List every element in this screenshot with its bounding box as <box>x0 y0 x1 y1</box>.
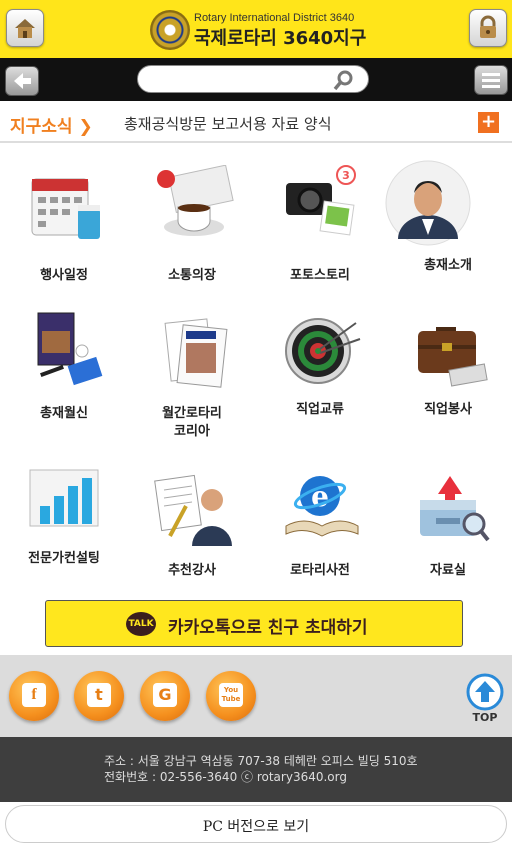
camera-icon: 3 <box>286 165 356 236</box>
dartboard-icon <box>285 318 361 384</box>
archive-icon <box>420 476 490 542</box>
org-title: 국제로타리 3640지구 <box>194 28 367 49</box>
nav-bar <box>0 58 512 101</box>
menu-label-expert-consulting: 전문가컨설팅 <box>28 551 100 566</box>
google-button[interactable]: G <box>140 671 190 721</box>
google-icon: G <box>153 683 177 707</box>
menu-label-recommended-lecturer: 추천강사 <box>168 563 216 578</box>
news-more-button[interactable]: + <box>478 112 499 133</box>
search-input[interactable] <box>148 70 332 90</box>
hamburger-icon <box>482 73 500 88</box>
menu-label-vocational-service: 직업봉사 <box>424 402 472 417</box>
footer-contact: 전화번호 : 02-556-3640 ⓒ rotary3640.org <box>104 770 347 784</box>
menu-button[interactable] <box>474 65 508 95</box>
menu-item-vocational-service[interactable]: 직업봉사 <box>384 303 512 453</box>
kakao-invite-button[interactable]: TALK 카카오톡으로 친구 초대하기 <box>45 600 463 647</box>
menu-item-archive[interactable]: 자료실 <box>384 458 512 598</box>
twitter-icon: t <box>87 683 111 707</box>
search-icon[interactable] <box>332 69 356 91</box>
footer-address: 주소 : 서울 강남구 역삼동 707-38 테헤란 오피스 빌딩 510호 <box>104 754 418 768</box>
photo-badge-count: 3 <box>342 169 350 182</box>
back-button[interactable] <box>5 66 39 96</box>
menu-label-archive: 자료실 <box>430 563 466 578</box>
dictionary-icon: e <box>285 476 359 537</box>
menu-grid: 행사일정 소통의장 3 포토스토리 총재소개 총재월신 월간로타리 코리아 직업… <box>0 143 512 598</box>
social-bar: f t G You Tube TOP <box>0 655 512 737</box>
menu-label-forum: 소통의장 <box>168 268 216 283</box>
menu-item-schedule[interactable]: 행사일정 <box>0 143 128 293</box>
rotary-korea-magazine-icon <box>164 318 228 388</box>
login-button[interactable] <box>469 9 507 47</box>
home-button[interactable] <box>6 9 44 47</box>
bar-chart-icon <box>29 469 99 527</box>
kakao-invite-label: 카카오톡으로 친구 초대하기 <box>168 618 368 638</box>
top-header: Rotary International District 3640 국제로타리… <box>0 0 512 58</box>
menu-label-governor-letter: 총재월신 <box>40 406 88 421</box>
menu-label-vocational-exchange: 직업교류 <box>296 402 344 417</box>
news-headline[interactable]: 총재공식방문 보고서용 자료 양식 <box>124 113 332 134</box>
facebook-icon: f <box>22 683 46 707</box>
calendar-icon <box>31 178 100 239</box>
scroll-top-label: TOP <box>472 711 498 724</box>
pc-version-label: PC 버전으로 보기 <box>202 819 310 835</box>
menu-item-recommended-lecturer[interactable]: 추천강사 <box>128 458 256 598</box>
footer: 주소 : 서울 강남구 역삼동 707-38 테헤란 오피스 빌딩 510호 전… <box>0 737 512 802</box>
governor-portrait <box>385 160 471 246</box>
news-ticker: 지구소식 ❯ 총재공식방문 보고서용 자료 양식 + <box>0 101 512 143</box>
coffee-letter-icon <box>157 165 234 236</box>
lock-icon <box>480 15 496 38</box>
menu-label-schedule: 행사일정 <box>40 268 88 283</box>
menu-item-expert-consulting[interactable]: 전문가컨설팅 <box>0 458 128 598</box>
back-arrow-icon <box>14 73 31 89</box>
menu-label-rotary-korea: 월간로타리 코리아 <box>162 406 222 439</box>
menu-item-rotary-dictionary[interactable]: e 로타리사전 <box>256 458 384 598</box>
twitter-button[interactable]: t <box>74 671 124 721</box>
magazine-icon <box>37 312 103 386</box>
org-subtitle: Rotary International District 3640 <box>194 12 355 24</box>
menu-item-rotary-korea[interactable]: 월간로타리 코리아 <box>128 303 256 453</box>
menu-item-photo-story[interactable]: 3 포토스토리 <box>256 143 384 293</box>
menu-item-governor-letter[interactable]: 총재월신 <box>0 303 128 453</box>
news-section-label[interactable]: 지구소식 ❯ <box>10 112 93 137</box>
youtube-button[interactable]: You Tube <box>206 671 256 721</box>
scroll-top-button[interactable]: TOP <box>464 673 506 727</box>
youtube-icon: You Tube <box>219 683 243 707</box>
menu-item-governor[interactable]: 총재소개 <box>384 143 512 293</box>
menu-label-photo-story: 포토스토리 <box>290 268 350 283</box>
menu-label-rotary-dictionary: 로타리사전 <box>290 563 350 578</box>
rotary-logo <box>150 10 190 50</box>
facebook-button[interactable]: f <box>9 671 59 721</box>
home-icon <box>15 19 35 38</box>
menu-label-governor: 총재소개 <box>424 258 472 273</box>
pc-version-button[interactable]: PC 버전으로 보기 <box>5 805 507 843</box>
search-box <box>137 65 369 93</box>
briefcase-icon <box>418 327 488 387</box>
menu-item-forum[interactable]: 소통의장 <box>128 143 256 293</box>
kakao-talk-icon: TALK <box>126 612 156 636</box>
lecturer-icon <box>154 474 232 546</box>
menu-item-vocational-exchange[interactable]: 직업교류 <box>256 303 384 453</box>
arrow-up-circle-icon <box>466 673 504 711</box>
